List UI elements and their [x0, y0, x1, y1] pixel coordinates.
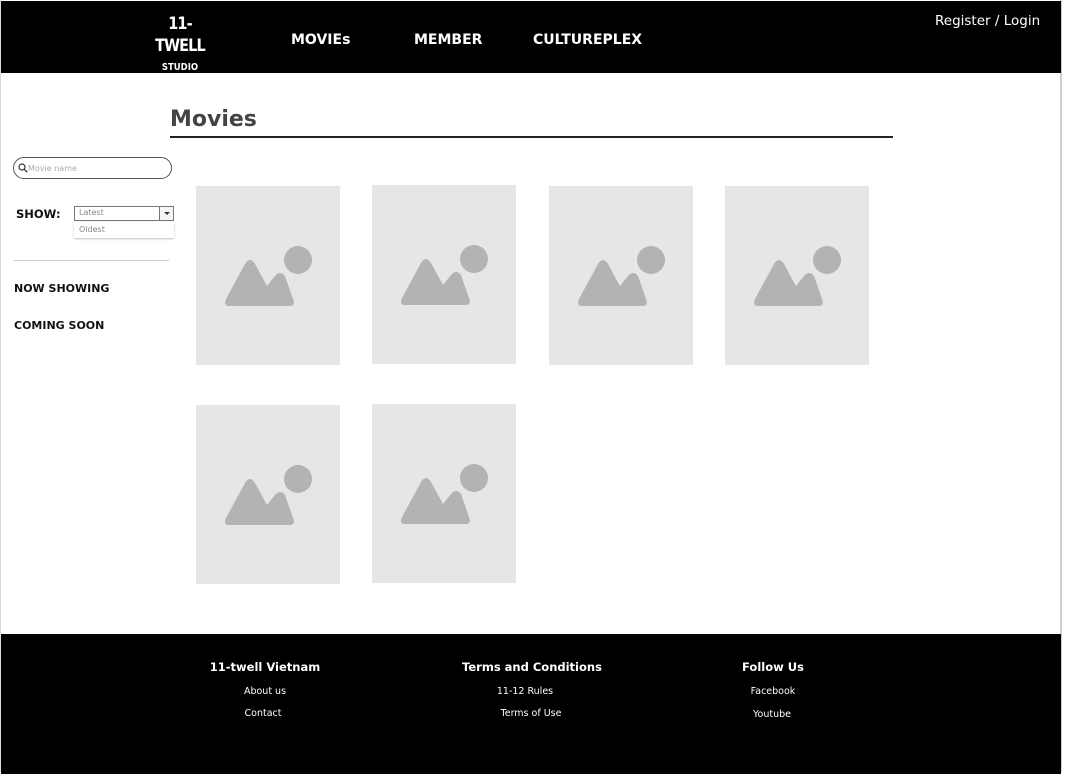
footer-heading-company: 11-twell Vietnam	[209, 660, 321, 674]
sidebar-link-coming-soon[interactable]: COMING SOON	[14, 319, 104, 332]
footer-heading-terms: Terms and Conditions	[462, 660, 602, 674]
search-box[interactable]	[13, 157, 172, 179]
sort-option-oldest[interactable]: Oldest	[74, 222, 174, 238]
show-label: SHOW:	[16, 207, 61, 221]
search-icon	[18, 163, 28, 173]
image-placeholder-icon	[225, 465, 312, 525]
sort-option-label: Oldest	[79, 225, 105, 234]
footer-link-youtube[interactable]: Youtube	[722, 709, 822, 720]
sidebar-link-now-showing[interactable]: NOW SHOWING	[14, 282, 109, 295]
nav-cultureplex[interactable]: CULTUREPLEX	[533, 32, 642, 48]
logo-main-text: 11-TWELL	[155, 14, 206, 56]
footer-link-rules[interactable]: 11-12 Rules	[475, 686, 575, 697]
movie-card[interactable]	[196, 405, 340, 584]
movie-card[interactable]	[725, 186, 869, 365]
image-placeholder-icon	[754, 246, 841, 306]
movie-search-input[interactable]	[28, 161, 163, 175]
chevron-down-icon[interactable]	[159, 207, 173, 220]
footer-link-about-us[interactable]: About us	[215, 686, 315, 697]
logo-sub-text: STUDIO	[161, 62, 199, 73]
top-navigation-bar: 11-TWELL STUDIO MOVIEs MEMBER CULTUREPLE…	[1, 1, 1061, 73]
movie-card[interactable]	[196, 186, 340, 365]
movie-card[interactable]	[372, 185, 516, 364]
movie-card[interactable]	[549, 186, 693, 365]
site-footer: 11-twell Vietnam About us Contact Terms …	[1, 634, 1061, 774]
image-placeholder-icon	[401, 464, 488, 524]
footer-link-facebook[interactable]: Facebook	[723, 686, 823, 697]
image-placeholder-icon	[401, 245, 488, 305]
register-login-link[interactable]: Register / Login	[935, 13, 1040, 29]
page-title: Movies	[170, 107, 257, 132]
footer-link-contact[interactable]: Contact	[213, 708, 313, 719]
site-logo[interactable]: 11-TWELL STUDIO	[148, 13, 212, 73]
image-placeholder-icon	[578, 246, 665, 306]
nav-member[interactable]: MEMBER	[414, 32, 482, 48]
title-underline	[170, 136, 893, 138]
nav-movies[interactable]: MOVIEs	[291, 32, 350, 48]
sidebar-divider	[14, 260, 169, 261]
footer-heading-follow-us: Follow Us	[742, 660, 804, 674]
sort-selected-value: Latest	[79, 208, 104, 217]
movie-card[interactable]	[372, 404, 516, 583]
sort-select[interactable]: Latest	[74, 206, 174, 221]
footer-link-terms-of-use[interactable]: Terms of Use	[481, 708, 581, 719]
image-placeholder-icon	[225, 246, 312, 306]
